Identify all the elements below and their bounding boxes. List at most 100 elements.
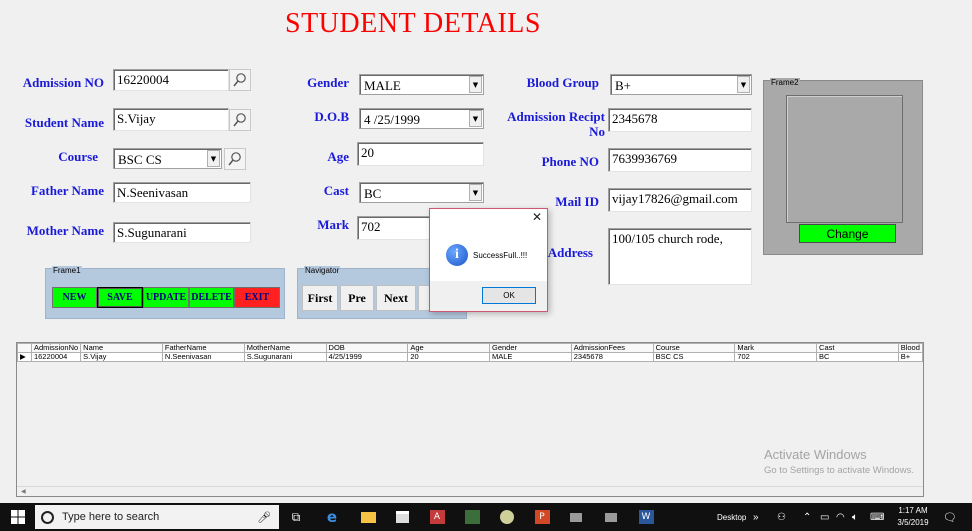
cast-label: Cast bbox=[323, 183, 349, 198]
student-search-button[interactable] bbox=[229, 109, 251, 131]
desktop-toolbar[interactable]: Desktop bbox=[717, 503, 746, 531]
grid-header-row: AdmissionNo Name FatherName MotherName D… bbox=[17, 343, 924, 353]
course-select[interactable]: BSC CS ▼ bbox=[113, 148, 222, 169]
task-view-icon[interactable]: ⧉ bbox=[287, 508, 305, 526]
admission-search-button[interactable] bbox=[229, 69, 251, 91]
dialog-footer: OK bbox=[430, 281, 547, 311]
chevron-down-icon[interactable]: ▼ bbox=[737, 76, 750, 93]
grid-cell[interactable]: MALE bbox=[489, 352, 572, 362]
student-name-field[interactable]: S.Vijay bbox=[113, 108, 229, 131]
grid-col-header[interactable]: Course bbox=[652, 343, 736, 353]
keyboard-icon[interactable]: ⌨ bbox=[870, 503, 884, 531]
mail-id-field[interactable]: vijay17826@gmail.com bbox=[608, 188, 752, 212]
pre-button[interactable]: Pre bbox=[340, 285, 374, 311]
battery-icon[interactable]: ▭ bbox=[820, 503, 829, 531]
father-name-field[interactable]: N.Seenivasan bbox=[113, 182, 251, 203]
chevron-up-icon[interactable]: ⌃ bbox=[803, 503, 811, 531]
action-center-icon[interactable]: 🗨︎ bbox=[943, 503, 957, 531]
chevron-down-icon[interactable]: ▼ bbox=[469, 76, 482, 93]
next-button[interactable]: Next bbox=[376, 285, 416, 311]
network-icon[interactable]: ◠ bbox=[836, 503, 845, 531]
dialog-message: SuccessFull..!!! bbox=[473, 251, 528, 260]
cast-select[interactable]: BC ▼ bbox=[359, 182, 484, 203]
grid-cell[interactable]: BSC CS bbox=[652, 352, 736, 362]
grid-col-header[interactable]: AdmissionFees bbox=[570, 343, 654, 353]
paint-icon[interactable] bbox=[498, 508, 516, 526]
microphone-icon[interactable]: 🎤︎ bbox=[257, 511, 271, 524]
chevron-down-icon[interactable]: ▼ bbox=[469, 110, 482, 127]
course-search-button[interactable] bbox=[224, 148, 246, 170]
admission-no-label: Admission NO bbox=[22, 75, 104, 90]
grid-col-header[interactable]: Blood bbox=[897, 343, 924, 353]
grid-col-header[interactable]: FatherName bbox=[161, 343, 245, 353]
blood-group-select[interactable]: B+ ▼ bbox=[610, 74, 752, 95]
horizontal-scrollbar[interactable]: ◀ bbox=[17, 486, 923, 496]
blood-group-label: Blood Group bbox=[526, 75, 599, 90]
phone-no-field[interactable]: 7639936769 bbox=[608, 148, 752, 172]
grid-col-header[interactable]: Name bbox=[80, 343, 163, 353]
grid-cell[interactable]: 16220004 bbox=[30, 352, 82, 362]
grid-col-header[interactable]: Gender bbox=[489, 343, 572, 353]
address-field[interactable]: 100/105 church rode, bbox=[608, 228, 752, 285]
grid-cell[interactable]: S.Vijay bbox=[80, 352, 163, 362]
grid-col-header[interactable]: Mark bbox=[734, 343, 818, 353]
grid-col-header[interactable]: MotherName bbox=[243, 343, 327, 353]
activate-windows-title: Activate Windows bbox=[764, 447, 867, 462]
ok-button[interactable]: OK bbox=[482, 287, 536, 304]
change-button[interactable]: Change bbox=[799, 224, 896, 243]
admission-recipt-field[interactable]: 2345678 bbox=[608, 108, 752, 132]
grid-cell[interactable]: B+ bbox=[897, 352, 924, 362]
volume-icon[interactable]: 🔈︎ bbox=[852, 503, 858, 531]
frame1-title: Frame1 bbox=[52, 266, 82, 275]
chevron-down-icon[interactable]: ▼ bbox=[207, 150, 220, 167]
grid-cell[interactable]: 4/25/1999 bbox=[325, 352, 409, 362]
mark-field[interactable]: 702 bbox=[357, 216, 430, 240]
table-row[interactable]: ▶ 16220004 S.Vijay N.Seenivasan S.Suguna… bbox=[17, 352, 924, 362]
edge-icon[interactable]: e bbox=[323, 508, 341, 526]
exit-button[interactable]: EXIT bbox=[234, 287, 280, 308]
taskbar-search[interactable]: Type here to search 🎤︎ bbox=[35, 505, 279, 529]
dob-picker[interactable]: 4 /25/1999 ▼ bbox=[359, 108, 484, 129]
app-icon[interactable] bbox=[567, 508, 585, 526]
store-icon[interactable] bbox=[393, 508, 411, 526]
grid-cell[interactable]: 20 bbox=[407, 352, 490, 362]
page-title: STUDENT DETAILS bbox=[285, 8, 541, 39]
save-button[interactable]: SAVE bbox=[97, 287, 143, 308]
grid-col-header[interactable]: Age bbox=[407, 343, 490, 353]
file-explorer-icon[interactable] bbox=[359, 508, 377, 526]
gender-select[interactable]: MALE ▼ bbox=[359, 74, 484, 95]
frame1-group: Frame1 NEW SAVE UPDATE DELETE EXIT bbox=[45, 266, 285, 319]
people-icon[interactable]: ⚇ bbox=[777, 503, 786, 531]
chevron-down-icon[interactable]: ▼ bbox=[469, 184, 482, 201]
age-field[interactable]: 20 bbox=[357, 142, 484, 166]
grid-col-header[interactable]: AdmissionNo bbox=[30, 343, 82, 353]
toolbar-expand-icon[interactable]: » bbox=[753, 503, 759, 531]
word-icon[interactable]: W bbox=[637, 508, 655, 526]
search-icon bbox=[233, 113, 246, 127]
grid-col-header[interactable]: DOB bbox=[325, 343, 409, 353]
grid-cell[interactable]: N.Seenivasan bbox=[161, 352, 245, 362]
grid-cell[interactable]: 702 bbox=[734, 352, 818, 362]
grid-col-header[interactable]: Cast bbox=[816, 343, 899, 353]
new-button[interactable]: NEW bbox=[52, 287, 97, 308]
close-icon[interactable]: ✕ bbox=[532, 210, 542, 224]
update-button[interactable]: UPDATE bbox=[143, 287, 189, 308]
message-dialog: ✕ i SuccessFull..!!! OK bbox=[429, 208, 548, 312]
scroll-left-icon[interactable]: ◀ bbox=[21, 488, 26, 495]
vb-app-icon[interactable] bbox=[463, 508, 481, 526]
grid-cell[interactable]: 2345678 bbox=[570, 352, 654, 362]
windows-start-icon[interactable] bbox=[9, 508, 27, 526]
first-button[interactable]: First bbox=[302, 285, 338, 311]
admission-no-field[interactable]: 16220004 bbox=[113, 69, 229, 91]
course-label: Course bbox=[58, 149, 98, 164]
app-icon[interactable] bbox=[602, 508, 620, 526]
mother-name-field[interactable]: S.Sugunarani bbox=[113, 222, 251, 243]
grid-cell[interactable]: S.Sugunarani bbox=[243, 352, 327, 362]
access-icon[interactable]: A bbox=[428, 508, 446, 526]
phone-no-label: Phone NO bbox=[541, 154, 599, 169]
clock[interactable]: 1:17 AM 3/5/2019 bbox=[895, 505, 931, 529]
delete-button[interactable]: DELETE bbox=[189, 287, 234, 308]
grid-cell[interactable]: BC bbox=[816, 352, 899, 362]
mark-label: Mark bbox=[317, 217, 349, 232]
powerpoint-icon[interactable]: P bbox=[533, 508, 551, 526]
